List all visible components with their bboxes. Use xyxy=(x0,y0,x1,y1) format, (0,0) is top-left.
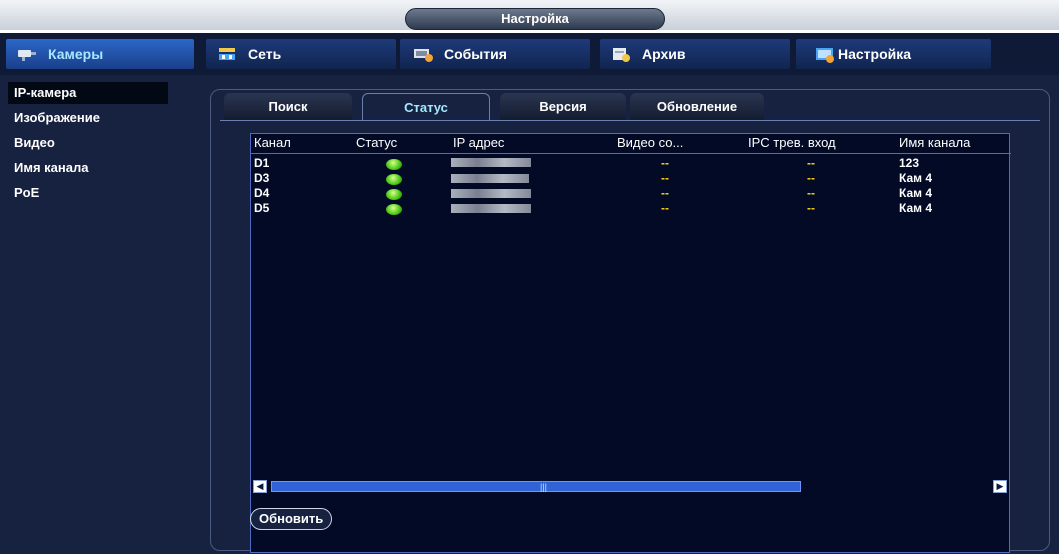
tab-version[interactable]: Версия xyxy=(500,93,626,121)
nav-item-label: Камеры xyxy=(48,46,104,62)
column-header-channel[interactable]: Канал xyxy=(254,135,291,150)
table-row[interactable]: D5 -- -- Кам 4 xyxy=(251,201,1011,216)
tab-divider xyxy=(220,120,1040,121)
sidebar-item-poe[interactable]: PoE xyxy=(8,182,168,204)
sidebar-item-ip-camera[interactable]: IP-камера xyxy=(8,82,168,104)
tab-status[interactable]: Статус xyxy=(362,93,490,121)
table-row[interactable]: D1 -- -- 123 xyxy=(251,156,1011,171)
nav-item-archive[interactable]: Архив xyxy=(600,39,790,69)
network-icon xyxy=(219,48,235,60)
table-header: Канал Статус IP адрес Видео со... IPC тр… xyxy=(251,134,1011,154)
window-title: Настройка xyxy=(405,8,665,30)
ip-address-redacted xyxy=(451,204,531,213)
cell-alarm-in: -- xyxy=(807,186,815,200)
cell-video: -- xyxy=(661,156,669,170)
events-icon xyxy=(414,49,433,62)
main-nav: Камеры Сеть События Архив Настройка xyxy=(0,33,1059,75)
refresh-button[interactable]: Обновить xyxy=(250,508,333,530)
column-header-channel-name[interactable]: Имя канала xyxy=(899,135,970,150)
cell-alarm-in: -- xyxy=(807,201,815,215)
column-header-ip[interactable]: IP адрес xyxy=(453,135,504,150)
ip-address-redacted xyxy=(451,158,531,167)
cell-video: -- xyxy=(661,186,669,200)
archive-icon xyxy=(613,48,630,62)
cell-channel-name: Кам 4 xyxy=(899,171,933,185)
nav-item-label: Сеть xyxy=(248,46,282,62)
nav-item-cameras[interactable]: Камеры xyxy=(6,39,194,69)
status-online-icon xyxy=(386,174,402,185)
cell-channel: D5 xyxy=(254,201,270,215)
cell-channel-name: 123 xyxy=(899,156,920,170)
nav-item-events[interactable]: События xyxy=(400,39,590,69)
cell-alarm-in: -- xyxy=(807,171,815,185)
sidebar: IP-камера Изображение Видео Имя канала P… xyxy=(0,75,200,554)
scroll-right-icon[interactable]: ▶ xyxy=(993,480,1007,493)
settings-icon xyxy=(816,48,834,63)
cell-alarm-in: -- xyxy=(807,156,815,170)
status-online-icon xyxy=(386,159,402,170)
cell-channel-name: Кам 4 xyxy=(899,201,933,215)
camera-icon xyxy=(18,50,36,61)
tab-search[interactable]: Поиск xyxy=(224,93,352,121)
cell-channel: D4 xyxy=(254,186,270,200)
sidebar-item-image[interactable]: Изображение xyxy=(8,107,168,129)
nav-item-label: События xyxy=(444,46,507,62)
cell-channel-name: Кам 4 xyxy=(899,186,933,200)
nav-item-network[interactable]: Сеть xyxy=(206,39,396,69)
status-online-icon xyxy=(386,204,402,215)
cell-channel: D1 xyxy=(254,156,270,170)
cell-channel: D3 xyxy=(254,171,270,185)
sidebar-item-video[interactable]: Видео xyxy=(8,132,168,154)
column-header-status[interactable]: Статус xyxy=(356,135,397,150)
nav-item-label: Архив xyxy=(642,46,686,62)
scrollbar-thumb[interactable]: ||| xyxy=(271,481,801,492)
tab-update[interactable]: Обновление xyxy=(630,93,764,121)
main-content: Поиск Статус Версия Обновление Канал Ста… xyxy=(200,75,1059,554)
scroll-left-icon[interactable]: ◀ xyxy=(253,480,267,493)
column-header-alarm-in[interactable]: IPC трев. вход xyxy=(748,135,836,150)
table-row[interactable]: D4 -- -- Кам 4 xyxy=(251,186,1011,201)
status-online-icon xyxy=(386,189,402,200)
ip-address-redacted xyxy=(451,174,529,183)
cell-video: -- xyxy=(661,201,669,215)
horizontal-scrollbar[interactable]: ◀ ||| ▶ xyxy=(251,480,1009,493)
ip-address-redacted xyxy=(451,189,531,198)
status-table[interactable]: Канал Статус IP адрес Видео со... IPC тр… xyxy=(250,133,1011,553)
top-bar: Настройка xyxy=(0,0,1059,30)
column-header-video[interactable]: Видео со... xyxy=(617,135,683,150)
table-row[interactable]: D3 -- -- Кам 4 xyxy=(251,171,1011,186)
sidebar-item-channel-name[interactable]: Имя канала xyxy=(8,157,168,179)
nav-item-settings[interactable]: Настройка xyxy=(796,39,991,69)
grip-icon: ||| xyxy=(540,482,548,492)
nav-item-label: Настройка xyxy=(838,46,912,62)
cell-video: -- xyxy=(661,171,669,185)
